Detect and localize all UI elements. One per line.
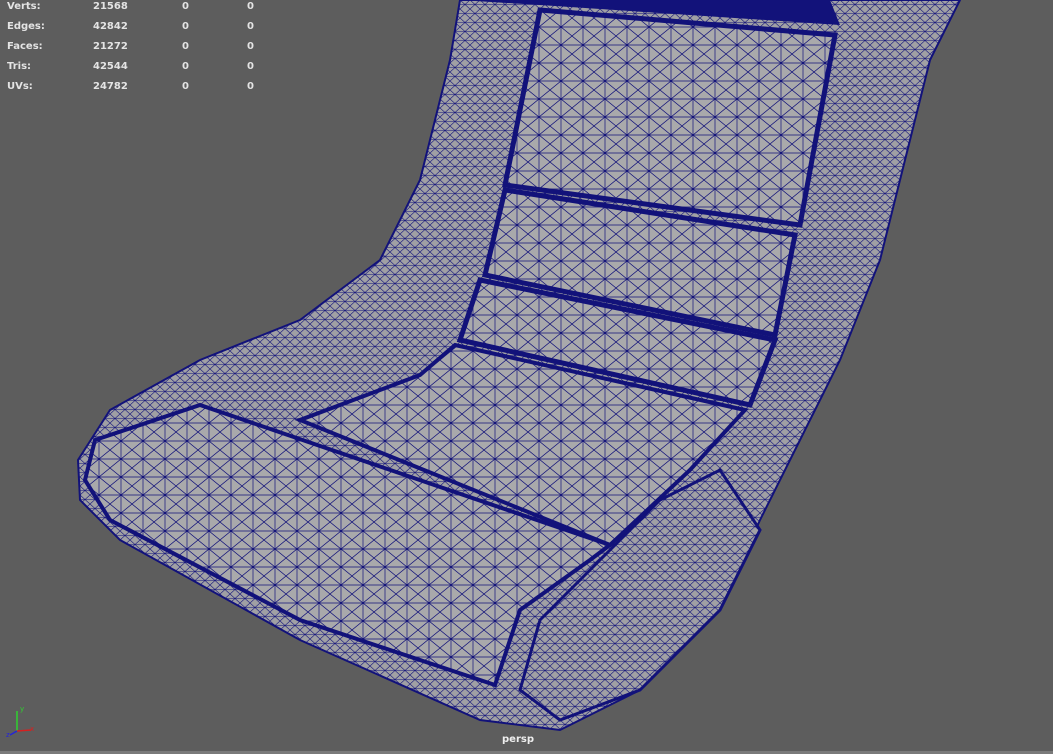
axis-gizmo-icon: y x z bbox=[6, 705, 34, 739]
hud-value: 0 bbox=[182, 61, 189, 72]
axis-z-label: z bbox=[6, 731, 10, 739]
hud-value: 0 bbox=[247, 21, 254, 32]
hud-value: 0 bbox=[182, 41, 189, 52]
hud-value: 24782 bbox=[93, 81, 128, 92]
hud-value: 0 bbox=[247, 61, 254, 72]
hud-value: 0 bbox=[247, 41, 254, 52]
hud-label: Tris: bbox=[7, 61, 32, 72]
perspective-viewport[interactable] bbox=[0, 0, 1053, 751]
hud-value: 21568 bbox=[93, 1, 128, 12]
hud-value: 21272 bbox=[93, 41, 128, 52]
hud-label: UVs: bbox=[7, 81, 33, 92]
hud-row-faces: Faces: 21272 0 0 bbox=[7, 40, 277, 60]
hud-value: 0 bbox=[247, 1, 254, 12]
hud-label: Verts: bbox=[7, 1, 41, 12]
hud-value: 0 bbox=[182, 21, 189, 32]
back-panel-top bbox=[502, 7, 838, 228]
hud-value: 42544 bbox=[93, 61, 128, 72]
hud-row-uvs: UVs: 24782 0 0 bbox=[7, 80, 277, 100]
hud-value: 0 bbox=[247, 81, 254, 92]
hud-value: 42842 bbox=[93, 21, 128, 32]
hud-label: Edges: bbox=[7, 21, 45, 32]
axis-y-label: y bbox=[20, 705, 24, 713]
camera-name-label: persp bbox=[502, 734, 534, 745]
hud-value: 0 bbox=[182, 81, 189, 92]
hud-label: Faces: bbox=[7, 41, 43, 52]
hud-row-verts: Verts: 21568 0 0 bbox=[7, 0, 277, 20]
hud-row-tris: Tris: 42544 0 0 bbox=[7, 60, 277, 80]
hud-value: 0 bbox=[182, 1, 189, 12]
seat-mesh-wireframe[interactable] bbox=[0, 0, 1053, 751]
hud-row-edges: Edges: 42842 0 0 bbox=[7, 20, 277, 40]
poly-count-hud: Verts: 21568 0 0 Edges: 42842 0 0 Faces: 21272 0… bbox=[7, 0, 277, 100]
axis-x-label: x bbox=[30, 725, 34, 733]
